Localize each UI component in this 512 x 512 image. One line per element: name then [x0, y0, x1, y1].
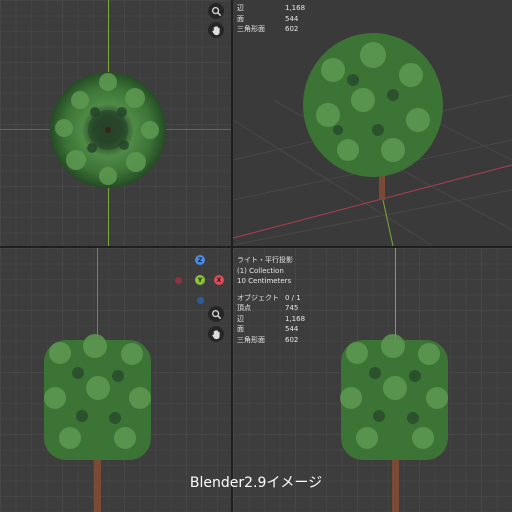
- gizmo-x-label: X: [216, 276, 222, 284]
- faces-label: 面: [237, 14, 244, 23]
- gizmo-neg-z-axis[interactable]: [197, 297, 204, 304]
- zoom-icon: [211, 309, 221, 319]
- tree-perspective[interactable]: [233, 0, 512, 246]
- viewport-divider-vertical[interactable]: [231, 0, 233, 512]
- tris-label: 三角形面: [237, 335, 265, 344]
- view-name: ライト・平行投影: [237, 256, 293, 264]
- edges-label: 辺: [237, 314, 244, 323]
- viewport-top[interactable]: [0, 0, 231, 246]
- verts-label: 頂点: [237, 304, 251, 312]
- tris-label: 三角形面: [237, 25, 265, 33]
- faces-value: 544: [285, 325, 299, 333]
- edges-value: 1,168: [285, 4, 306, 12]
- gizmo-x-axis[interactable]: X: [214, 275, 224, 285]
- tris-value: 602: [285, 25, 299, 33]
- verts-value: 745: [285, 304, 299, 312]
- gizmo-y-label: Y: [197, 276, 203, 284]
- faces-value: 544: [285, 14, 299, 23]
- zoom-icon: [211, 6, 221, 16]
- edges-label: 辺: [237, 4, 244, 12]
- gizmo-z-axis[interactable]: Z: [195, 255, 205, 265]
- objects-value: 0 / 1: [285, 293, 301, 302]
- viewport-divider-horizontal[interactable]: [0, 246, 512, 248]
- viewport-info-overlay: ライト・平行投影 (1) Collection 10 Centimeters オ…: [237, 255, 305, 345]
- collection-name: (1) Collection: [237, 266, 284, 275]
- tris-value: 602: [285, 335, 299, 344]
- edges-value: 1,168: [285, 314, 306, 323]
- viewport-perspective[interactable]: 辺 1,168 面 544 三角形面 602: [233, 0, 512, 246]
- objects-label: オブジェクト: [237, 293, 279, 302]
- image-caption: Blender2.9イメージ: [189, 475, 323, 491]
- zoom-button[interactable]: [208, 3, 224, 19]
- pan-button[interactable]: [208, 326, 224, 342]
- tree-top-view[interactable]: [0, 0, 231, 246]
- hand-pan-icon: [211, 329, 220, 339]
- gizmo-z-label: Z: [197, 256, 203, 264]
- hand-pan-icon: [211, 25, 220, 35]
- gizmo-neg-x-axis[interactable]: [175, 277, 182, 284]
- stats-overlay-top: 辺 1,168 面 544 三角形面 602: [237, 3, 305, 35]
- pan-button[interactable]: [208, 22, 224, 38]
- zoom-button[interactable]: [208, 306, 224, 322]
- gizmo-y-axis[interactable]: Y: [195, 275, 205, 285]
- faces-label: 面: [237, 325, 244, 333]
- grid-scale: 10 Centimeters: [237, 277, 292, 285]
